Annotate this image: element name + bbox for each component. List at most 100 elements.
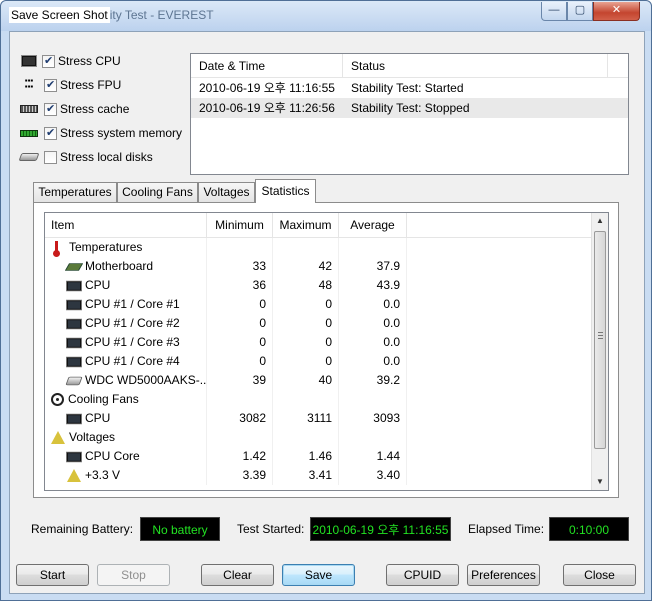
vertical-scrollbar[interactable]: ▲ ▼: [591, 213, 608, 490]
stress-cpu-option[interactable]: Stress CPU: [20, 52, 121, 70]
row-max: 0: [273, 352, 339, 371]
table-row[interactable]: CPU Core 1.42 1.46 1.44: [45, 447, 608, 466]
table-row[interactable]: CPU #1 / Core #2 0 0 0.0: [45, 314, 608, 333]
log-row[interactable]: 2010-06-19 오후 11:16:55 Stability Test: S…: [191, 78, 628, 98]
stress-fpu-checkbox[interactable]: [44, 78, 57, 92]
row-item: CPU #1 / Core #4: [85, 354, 180, 368]
hard-disk-icon: [18, 153, 40, 161]
table-row[interactable]: Motherboard 33 42 37.9: [45, 257, 608, 276]
statistics-header: Item Minimum Maximum Average: [45, 213, 608, 238]
table-row[interactable]: Voltages: [45, 428, 608, 447]
fan-icon: [51, 393, 64, 406]
row-max: 0: [273, 314, 339, 333]
column-header-average[interactable]: Average: [339, 213, 407, 237]
cache-chip-icon: [20, 105, 38, 113]
statistics-table[interactable]: Item Minimum Maximum Average Temperature…: [44, 212, 609, 491]
stress-fpu-option[interactable]: ▪▪▪▪▪▪ Stress FPU: [20, 76, 122, 94]
close-button[interactable]: Close: [563, 564, 636, 586]
column-header-item[interactable]: Item: [45, 213, 207, 237]
stress-disks-option[interactable]: Stress local disks: [18, 148, 153, 166]
log-row[interactable]: 2010-06-19 오후 11:26:56 Stability Test: S…: [191, 98, 628, 118]
row-max: 1.46: [273, 447, 339, 466]
row-min: 1.42: [207, 447, 273, 466]
table-row[interactable]: Cooling Fans: [45, 390, 608, 409]
row-max: 42: [273, 257, 339, 276]
column-header-maximum[interactable]: Maximum: [273, 213, 339, 237]
row-max: 3.41: [273, 466, 339, 485]
table-row[interactable]: CPU #1 / Core #4 0 0 0.0: [45, 352, 608, 371]
row-max: 0: [273, 333, 339, 352]
event-log-header: Date & Time Status: [191, 54, 628, 78]
table-row[interactable]: CPU #1 / Core #1 0 0 0.0: [45, 295, 608, 314]
thermometer-icon: [53, 240, 65, 257]
scroll-down-arrow-icon[interactable]: ▼: [592, 474, 608, 490]
stress-cpu-checkbox[interactable]: [42, 54, 55, 68]
window-title-ghost: ity Test - EVEREST: [109, 8, 214, 22]
stress-cpu-label: Stress CPU: [58, 54, 121, 68]
tab-cooling-fans[interactable]: Cooling Fans: [117, 182, 198, 203]
table-row[interactable]: WDC WD5000AAKS-... 39 40 39.2: [45, 371, 608, 390]
start-button[interactable]: Start: [16, 564, 89, 586]
scrollbar-grip-icon: [598, 332, 603, 339]
row-max: 48: [273, 276, 339, 295]
stress-disks-label: Stress local disks: [60, 150, 153, 164]
preferences-button[interactable]: Preferences: [467, 564, 540, 586]
row-item: CPU #1 / Core #1: [85, 297, 180, 311]
log-datetime: 2010-06-19 오후 11:16:55: [199, 81, 335, 95]
scrollbar-thumb[interactable]: [594, 231, 606, 449]
clear-button[interactable]: Clear: [201, 564, 274, 586]
table-row[interactable]: CPU #1 / Core #3 0 0 0.0: [45, 333, 608, 352]
tab-statistics[interactable]: Statistics: [255, 179, 316, 203]
table-row[interactable]: +3.3 V 3.39 3.41 3.40: [45, 466, 608, 485]
scroll-up-arrow-icon[interactable]: ▲: [592, 213, 608, 229]
row-avg: [339, 238, 407, 257]
column-header-datetime[interactable]: Date & Time: [191, 54, 343, 77]
cpu-icon: [67, 319, 81, 328]
motherboard-icon: [64, 262, 84, 271]
event-log-list[interactable]: Date & Time Status 2010-06-19 오후 11:16:5…: [190, 53, 629, 175]
stress-memory-checkbox[interactable]: [44, 126, 57, 140]
close-window-button[interactable]: ✕: [593, 2, 640, 21]
row-item: CPU #1 / Core #2: [85, 316, 180, 330]
statistics-panel: Item Minimum Maximum Average Temperature…: [33, 202, 619, 498]
row-min: 0: [207, 352, 273, 371]
row-min: 0: [207, 314, 273, 333]
row-item: CPU: [85, 278, 111, 292]
row-avg: 0.0: [339, 333, 407, 352]
row-min: 0: [207, 333, 273, 352]
cpu-icon: [67, 300, 81, 309]
cpu-icon: [67, 357, 81, 366]
row-item: Cooling Fans: [68, 392, 139, 406]
title-bar[interactable]: Save Screen Shot ity Test - EVEREST — ▢ ✕: [1, 1, 651, 31]
row-min: 36: [207, 276, 273, 295]
table-row[interactable]: CPU 3082 3111 3093: [45, 409, 608, 428]
column-header-status[interactable]: Status: [343, 54, 608, 77]
tab-temperatures[interactable]: Temperatures: [33, 182, 117, 203]
table-row[interactable]: Temperatures: [45, 238, 608, 257]
minimize-button[interactable]: —: [541, 2, 567, 21]
row-min: 3.39: [207, 466, 273, 485]
stress-disks-checkbox[interactable]: [44, 150, 57, 164]
battery-label: Remaining Battery:: [31, 522, 134, 536]
row-min: 39: [207, 371, 273, 390]
maximize-button[interactable]: ▢: [567, 2, 593, 21]
row-avg: 43.9: [339, 276, 407, 295]
row-avg: 0.0: [339, 352, 407, 371]
cpu-icon: [67, 414, 81, 423]
column-header-minimum[interactable]: Minimum: [207, 213, 273, 237]
stress-memory-option[interactable]: Stress system memory: [20, 124, 182, 142]
row-item: CPU #1 / Core #3: [85, 335, 180, 349]
window-title: Save Screen Shot ity Test - EVEREST: [9, 7, 214, 23]
stress-cache-checkbox[interactable]: [44, 102, 57, 116]
hard-disk-icon: [65, 376, 83, 385]
stress-cache-option[interactable]: Stress cache: [20, 100, 129, 118]
row-avg: 0.0: [339, 295, 407, 314]
table-row[interactable]: CPU 36 48 43.9: [45, 276, 608, 295]
cpuid-button[interactable]: CPUID: [386, 564, 459, 586]
row-max: [273, 238, 339, 257]
row-avg: 0.0: [339, 314, 407, 333]
stress-cache-label: Stress cache: [60, 102, 130, 116]
save-button[interactable]: Save: [282, 564, 355, 586]
tab-voltages[interactable]: Voltages: [198, 182, 255, 203]
stop-button[interactable]: Stop: [97, 564, 170, 586]
